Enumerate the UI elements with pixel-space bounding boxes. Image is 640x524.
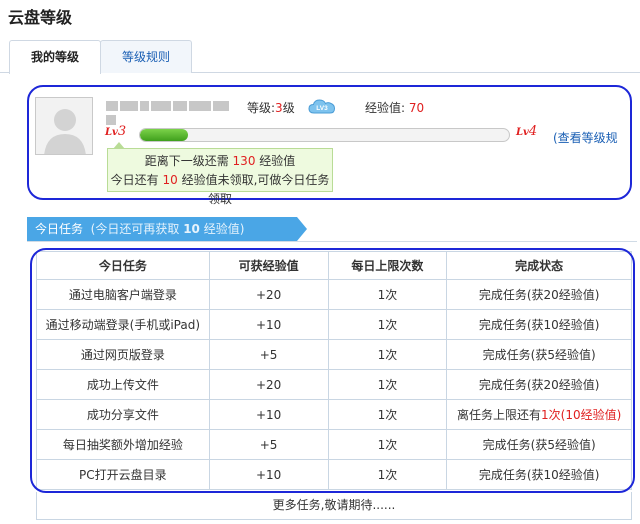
exp-value: 70 <box>408 101 425 115</box>
tooltip-line-2: 今日还有 10 经验值未领取,可做今日任务领取 <box>110 173 330 206</box>
table-row: 每日抽奖额外增加经验 +5 1次 完成任务(获5经验值) <box>36 429 632 460</box>
task-exp: +10 <box>208 459 329 490</box>
header-status: 完成状态 <box>446 251 632 280</box>
table-row: 成功分享文件 +10 1次 离任务上限还有1次(10经验值) <box>36 399 632 430</box>
table-row: 通过网页版登录 +5 1次 完成任务(获5经验值) <box>36 339 632 370</box>
exp-display: 经验值: 70 <box>365 99 424 116</box>
table-row: 通过移动端登录(手机或iPad) +10 1次 完成任务(获10经验值) <box>36 309 632 340</box>
tooltip-line-1: 距离下一级还需 130 经验值 <box>144 154 296 168</box>
banner-divider <box>27 241 637 242</box>
username-masked <box>106 100 236 125</box>
task-name: 通过电脑客户端登录 <box>36 279 210 310</box>
task-name: 通过网页版登录 <box>36 339 210 370</box>
task-name: 成功分享文件 <box>36 399 210 430</box>
table-row: 通过电脑客户端登录 +20 1次 完成任务(获20经验值) <box>36 279 632 310</box>
cloud-level-badge-icon: LV3 <box>308 98 336 114</box>
task-exp: +5 <box>208 339 329 370</box>
level-unit: 级 <box>282 101 295 115</box>
header-exp: 可获经验值 <box>208 251 329 280</box>
cloud-level-badge-text: LV3 <box>316 105 328 112</box>
more-tasks-footer: 更多任务,敬请期待...... <box>36 492 632 520</box>
today-tasks-banner: 今日任务 (今日还可再获取 10 经验值) <box>27 217 297 242</box>
task-limit: 1次 <box>327 279 448 310</box>
task-banner-arrow <box>297 217 307 241</box>
task-status: 完成任务(获20经验值) <box>446 279 632 310</box>
task-limit: 1次 <box>327 429 448 460</box>
task-status: 完成任务(获5经验值) <box>446 429 632 460</box>
level-value: 3 <box>275 101 283 115</box>
task-status-pending: 离任务上限还有1次(10经验值) <box>446 399 632 430</box>
task-status: 完成任务(获10经验值) <box>446 459 632 490</box>
tab-level-rules[interactable]: 等级规则 <box>100 40 192 73</box>
table-row: PC打开云盘目录 +10 1次 完成任务(获10经验值) <box>36 459 632 490</box>
task-limit: 1次 <box>327 309 448 340</box>
page-title: 云盘等级 <box>8 8 73 27</box>
task-name: 通过移动端登录(手机或iPad) <box>36 309 210 340</box>
task-status: 完成任务(获20经验值) <box>446 369 632 400</box>
task-limit: 1次 <box>327 369 448 400</box>
exp-label: 经验值: <box>365 101 406 115</box>
task-name: 成功上传文件 <box>36 369 210 400</box>
table-row: 成功上传文件 +20 1次 完成任务(获20经验值) <box>36 369 632 400</box>
next-level-mark: Lv4 <box>516 124 538 139</box>
task-limit: 1次 <box>327 339 448 370</box>
header-limit: 每日上限次数 <box>327 251 448 280</box>
task-name: PC打开云盘目录 <box>36 459 210 490</box>
task-status: 完成任务(获5经验值) <box>446 339 632 370</box>
task-exp: +5 <box>208 429 329 460</box>
task-limit: 1次 <box>327 459 448 490</box>
header-task: 今日任务 <box>36 251 210 280</box>
table-header-row: 今日任务 可获经验值 每日上限次数 完成状态 <box>36 251 632 280</box>
task-exp: +20 <box>208 369 329 400</box>
tab-bar: 我的等级 等级规则 <box>0 40 640 74</box>
level-progress-fill <box>140 129 188 141</box>
today-tasks-table: 今日任务 可获经验值 每日上限次数 完成状态 通过电脑客户端登录 +20 1次 … <box>36 251 632 490</box>
task-exp: +20 <box>208 279 329 310</box>
level-progress-bar <box>139 128 510 142</box>
task-exp: +10 <box>208 399 329 430</box>
task-limit: 1次 <box>327 399 448 430</box>
task-exp: +10 <box>208 309 329 340</box>
progress-tooltip: 距离下一级还需 130 经验值 今日还有 10 经验值未领取,可做今日任务领取 <box>107 148 333 206</box>
level-label: 等级: <box>247 101 276 115</box>
user-avatar-icon <box>35 97 93 155</box>
current-level-mark: Lv3 <box>105 124 127 139</box>
view-level-rules-link[interactable]: (查看等级规 <box>553 129 618 146</box>
tab-my-level[interactable]: 我的等级 <box>9 40 101 74</box>
level-display: 等级:3级 <box>247 99 295 116</box>
task-status: 完成任务(获10经验值) <box>446 309 632 340</box>
task-name: 每日抽奖额外增加经验 <box>36 429 210 460</box>
task-banner-title: 今日任务 <box>35 222 84 236</box>
